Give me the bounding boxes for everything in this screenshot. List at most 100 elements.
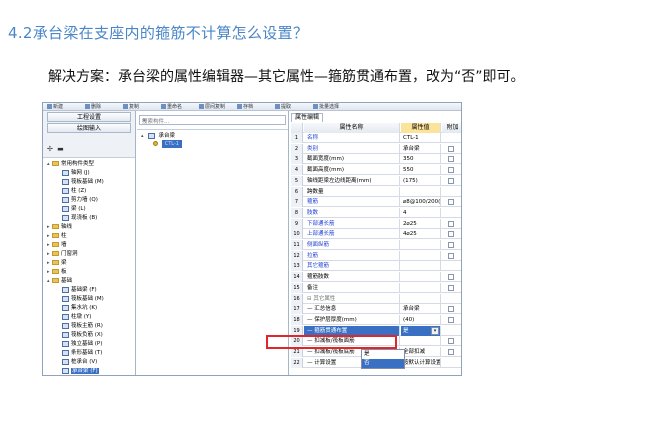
tree-item[interactable]: 梁 (L) bbox=[57, 205, 86, 213]
dropdown-option[interactable]: 否 bbox=[362, 359, 404, 368]
property-row[interactable]: 17— 汇总信息 承台梁 bbox=[291, 304, 461, 315]
property-row[interactable]: 15 备注 bbox=[291, 282, 461, 293]
extra-checkbox[interactable] bbox=[448, 252, 454, 259]
dropdown-arrow-icon[interactable]: ▾ bbox=[431, 326, 439, 335]
property-value[interactable]: 全部扣减 bbox=[401, 347, 441, 357]
tree-folder[interactable]: ▸ 墙 bbox=[47, 241, 67, 249]
toolbar-item[interactable]: 新建 bbox=[47, 104, 63, 110]
tree-item[interactable]: 筏板基础 (M) bbox=[57, 178, 104, 186]
property-value[interactable] bbox=[401, 261, 441, 272]
tree-item[interactable]: 条形基础 (T) bbox=[57, 349, 102, 357]
extra-checkbox[interactable] bbox=[448, 145, 454, 152]
component-root[interactable]: ▴ 承台梁 bbox=[141, 132, 175, 140]
property-value[interactable]: 承台梁 bbox=[401, 143, 441, 154]
property-row[interactable]: 1 名称 CTL-1 bbox=[291, 133, 461, 143]
tree-item[interactable]: 柱墩 (Y) bbox=[57, 313, 91, 321]
tree-item[interactable]: 筏板负筋 (X) bbox=[57, 331, 103, 339]
extra-checkbox[interactable] bbox=[448, 242, 454, 248]
toolbar-item[interactable]: 层间复制 bbox=[199, 104, 225, 110]
tab-property-editor[interactable]: 属性编辑 bbox=[291, 113, 324, 122]
extra-checkbox[interactable] bbox=[448, 274, 454, 281]
extra-checkbox[interactable] bbox=[448, 284, 454, 291]
property-value[interactable] bbox=[401, 250, 441, 261]
extra-checkbox[interactable] bbox=[448, 220, 454, 227]
property-row[interactable]: 5 轴线距梁左边线距离(mm) (175) bbox=[291, 175, 461, 186]
component-item[interactable]: CTL-1 bbox=[153, 140, 182, 148]
property-value[interactable]: (175) bbox=[401, 175, 441, 186]
tree-item[interactable]: 筏板主筋 (R) bbox=[57, 322, 103, 330]
tree-item[interactable]: 桩承台 (V) bbox=[57, 358, 97, 366]
tree-folder[interactable]: ▸ 轴线 bbox=[47, 223, 72, 231]
property-row[interactable]: 9 下部通长筋 2⌀25 bbox=[291, 218, 461, 229]
tree-folder[interactable]: ▸ 梁 bbox=[47, 259, 67, 267]
tree-item[interactable]: 筏板基础 (M) bbox=[57, 295, 104, 303]
property-value[interactable] bbox=[401, 272, 441, 283]
property-value[interactable]: 550 bbox=[401, 165, 441, 176]
property-value[interactable]: ⌀8@100/200(4) bbox=[401, 197, 441, 208]
property-value[interactable] bbox=[401, 293, 441, 304]
property-value[interactable]: 4 bbox=[401, 207, 441, 218]
property-value[interactable]: 4⌀25 bbox=[401, 229, 441, 240]
property-row[interactable]: 6 跨数量 bbox=[291, 186, 461, 197]
property-row[interactable]: 8 肢数 4 bbox=[291, 207, 461, 218]
dropdown-list[interactable]: 是否 bbox=[361, 349, 405, 369]
project-settings-button[interactable]: 工程设置 bbox=[47, 112, 131, 122]
toolbar-item[interactable]: 批量选择 bbox=[313, 104, 339, 110]
property-row[interactable]: 4 截面高度(mm) 550 bbox=[291, 165, 461, 176]
tree-item[interactable]: 现浇板 (B) bbox=[57, 214, 97, 222]
toolbar-item[interactable]: 复制 bbox=[123, 104, 139, 110]
property-value[interactable]: 350 bbox=[401, 154, 441, 165]
toolbar-item[interactable]: 重命名 bbox=[161, 104, 182, 110]
extra-checkbox[interactable] bbox=[448, 316, 454, 323]
extra-checkbox[interactable] bbox=[448, 167, 454, 174]
property-row[interactable]: 2 类别 承台梁 bbox=[291, 143, 461, 154]
search-icon[interactable]: ⌕ bbox=[142, 116, 283, 125]
extra-checkbox[interactable] bbox=[448, 199, 454, 206]
extra-checkbox[interactable] bbox=[448, 349, 454, 355]
property-row[interactable]: 7箍筋⌀8@100/200(4) bbox=[291, 197, 461, 208]
tree-folder[interactable]: ▸ 柱 bbox=[47, 232, 67, 240]
tree-item[interactable]: 轴网 (J) bbox=[57, 169, 90, 177]
extra-checkbox[interactable] bbox=[448, 177, 454, 184]
tree-folder[interactable]: ▸ 板 bbox=[47, 268, 67, 276]
property-value[interactable] bbox=[401, 186, 441, 197]
property-value[interactable]: 承台梁 bbox=[401, 304, 441, 315]
tree-folder[interactable]: ▴ 常用构件类型 bbox=[47, 160, 94, 168]
tree-item[interactable]: 基础梁 (F) bbox=[57, 286, 97, 294]
property-row[interactable]: 3 截面宽度(mm) 350 bbox=[291, 154, 461, 165]
toolbar-item[interactable]: 存档 bbox=[237, 104, 253, 110]
search-input[interactable]: 搜索构件... ⌕ bbox=[139, 115, 286, 125]
tree-folder[interactable]: ▸ 门窗洞 bbox=[47, 250, 78, 258]
property-row[interactable]: 11 侧面纵筋 bbox=[291, 240, 461, 250]
tree-item[interactable]: 柱 (Z) bbox=[57, 187, 86, 195]
property-value[interactable]: (40) bbox=[401, 314, 441, 325]
property-value[interactable]: 2⌀25 bbox=[401, 218, 441, 229]
extra-checkbox[interactable] bbox=[448, 338, 454, 345]
property-value[interactable]: CTL-1 bbox=[401, 133, 441, 143]
collapse-icon[interactable]: ▴ bbox=[141, 132, 146, 140]
property-value[interactable]: 是 ▾ bbox=[401, 325, 441, 336]
property-row[interactable]: 14 箍筋肢数 bbox=[291, 272, 461, 283]
property-value[interactable] bbox=[401, 282, 441, 293]
property-value[interactable] bbox=[401, 240, 441, 250]
property-row[interactable]: 12 拉筋 bbox=[291, 250, 461, 261]
tree-tools[interactable]: ✢ ▬ bbox=[47, 145, 65, 153]
property-row[interactable]: 10 上部通长筋 4⌀25 bbox=[291, 229, 461, 240]
extra-checkbox[interactable] bbox=[448, 231, 454, 238]
dropdown-option[interactable]: 是 bbox=[362, 350, 404, 359]
tree-item[interactable]: 集水坑 (K) bbox=[57, 304, 97, 312]
property-row[interactable]: 13 其它箍筋 bbox=[291, 261, 461, 272]
property-value[interactable]: 按默认计算设置计算 bbox=[401, 357, 441, 368]
drawing-input-button[interactable]: 绘图输入 bbox=[47, 123, 131, 133]
toolbar-item[interactable]: 提取 bbox=[275, 104, 291, 110]
extra-checkbox[interactable] bbox=[448, 306, 454, 313]
tree-item[interactable]: 承台梁 (F) bbox=[57, 367, 99, 375]
property-value[interactable] bbox=[401, 336, 441, 347]
tree-item[interactable]: 独立基础 (P) bbox=[57, 340, 102, 348]
property-row[interactable]: 16 ⊟ 其它属性 bbox=[291, 293, 461, 304]
extra-checkbox[interactable] bbox=[448, 156, 454, 163]
tree-item[interactable]: 剪力墙 (Q) bbox=[57, 196, 98, 204]
toolbar-item[interactable]: 删除 bbox=[85, 104, 101, 110]
property-row[interactable]: 18— 保护层厚度(mm) (40) bbox=[291, 314, 461, 325]
tree-folder[interactable]: ▴ 基础 bbox=[47, 277, 72, 285]
